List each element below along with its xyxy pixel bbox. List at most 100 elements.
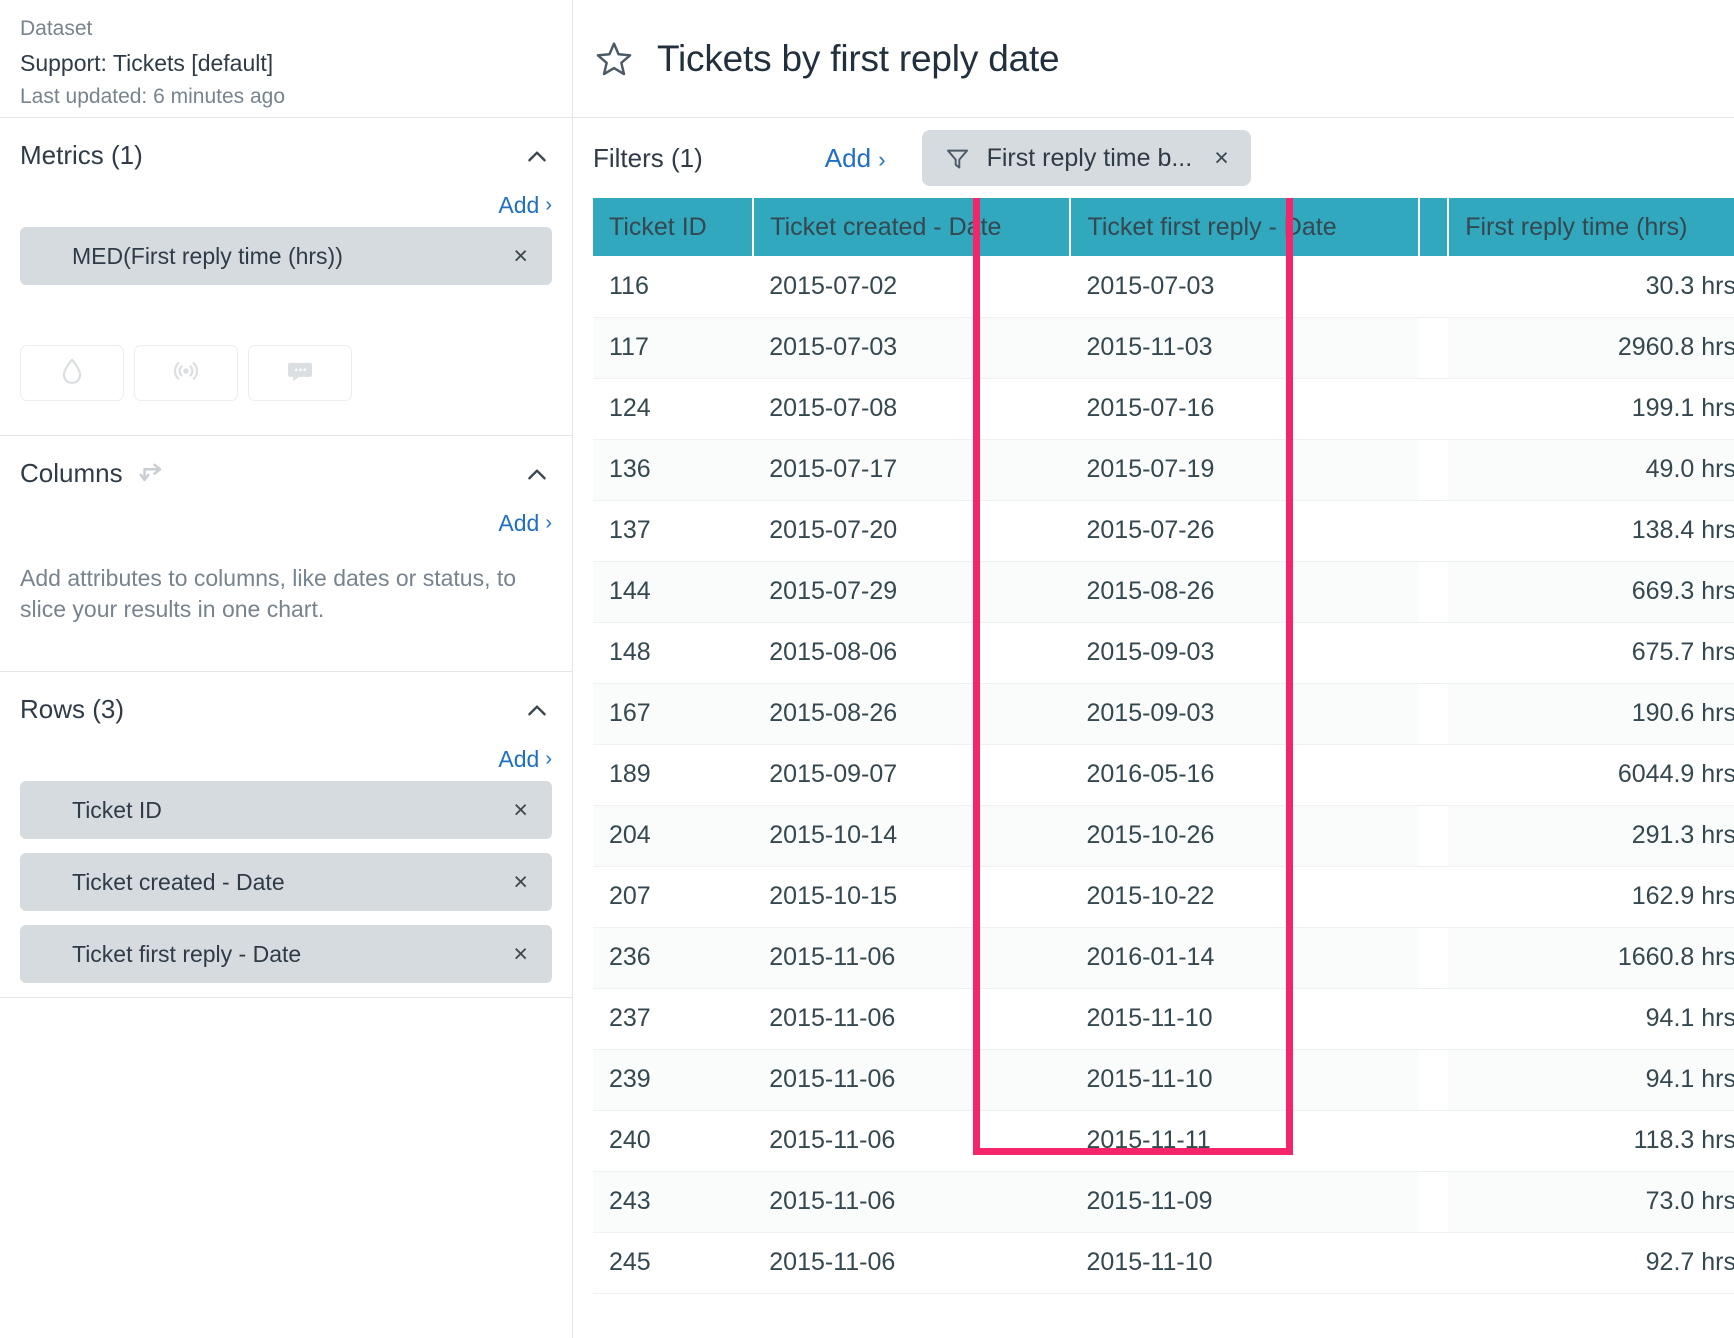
metrics-section: Metrics (1) Add › MED(First reply time (… [0, 118, 572, 436]
metric-chip[interactable]: MED(First reply time (hrs)) × [20, 227, 552, 285]
metrics-add-button[interactable]: Add › [498, 192, 552, 219]
rows-title: Rows (3) [20, 694, 124, 725]
metrics-add-row: Add › [20, 192, 552, 227]
cell-ticket-first-reply: 2015-09-03 [1070, 683, 1419, 744]
close-icon[interactable]: × [513, 244, 528, 269]
column-header-first-reply-time[interactable]: First reply time (hrs) [1448, 198, 1734, 256]
chevron-right-icon: › [545, 194, 552, 217]
cell-spacer [1419, 1232, 1448, 1293]
table-row[interactable]: 1372015-07-202015-07-26138.4 hrs [593, 500, 1734, 561]
cell-ticket-first-reply: 2016-05-16 [1070, 744, 1419, 805]
table-row[interactable]: 2372015-11-062015-11-1094.1 hrs [593, 988, 1734, 1049]
table-row[interactable]: 2072015-10-152015-10-22162.9 hrs [593, 866, 1734, 927]
chevron-up-icon[interactable] [524, 144, 550, 170]
cell-ticket-id: 167 [593, 683, 753, 744]
column-header-spacer [1419, 198, 1448, 256]
table-row[interactable]: 1362015-07-172015-07-1949.0 hrs [593, 439, 1734, 500]
cell-ticket-first-reply: 2015-07-26 [1070, 500, 1419, 561]
filters-add-button[interactable]: Add › [825, 143, 886, 174]
cell-spacer [1419, 805, 1448, 866]
row-chip-label: Ticket first reply - Date [72, 941, 301, 968]
droplet-icon-button[interactable] [20, 345, 124, 401]
row-chip[interactable]: Ticket ID × [20, 781, 552, 839]
row-chip-label: Ticket ID [72, 797, 162, 824]
table-row[interactable]: 1442015-07-292015-08-26669.3 hrs [593, 561, 1734, 622]
close-icon[interactable]: × [513, 870, 528, 895]
cell-ticket-created: 2015-07-08 [753, 378, 1070, 439]
filters-label: Filters (1) [593, 143, 703, 174]
table-row[interactable]: 2432015-11-062015-11-0973.0 hrs [593, 1171, 1734, 1232]
cell-ticket-created: 2015-08-06 [753, 622, 1070, 683]
chevron-up-icon[interactable] [524, 698, 550, 724]
cell-first-reply-time: 162.9 hrs [1448, 866, 1734, 927]
comment-icon-button[interactable] [248, 345, 352, 401]
cell-spacer [1419, 378, 1448, 439]
left-config-panel: Dataset Support: Tickets [default] Last … [0, 0, 573, 1338]
cell-spacer [1419, 988, 1448, 1049]
cell-ticket-first-reply: 2015-07-03 [1070, 256, 1419, 317]
table-row[interactable]: 1162015-07-022015-07-0330.3 hrs [593, 256, 1734, 317]
cell-spacer [1419, 683, 1448, 744]
cell-spacer [1419, 561, 1448, 622]
main-panel: Tickets by first reply date Filters (1) … [573, 0, 1734, 1338]
cell-ticket-id: 136 [593, 439, 753, 500]
row-chip[interactable]: Ticket first reply - Date × [20, 925, 552, 983]
close-icon[interactable]: × [513, 798, 528, 823]
star-outline-icon[interactable] [593, 38, 635, 80]
table-row[interactable]: 2042015-10-142015-10-26291.3 hrs [593, 805, 1734, 866]
close-icon[interactable]: × [513, 942, 528, 967]
cell-ticket-first-reply: 2015-07-16 [1070, 378, 1419, 439]
table-row[interactable]: 1672015-08-262015-09-03190.6 hrs [593, 683, 1734, 744]
rows-chip-list: Ticket ID × Ticket created - Date × Tick… [20, 781, 552, 983]
cell-ticket-first-reply: 2015-11-11 [1070, 1110, 1419, 1171]
swap-arrows-icon[interactable] [137, 458, 167, 488]
app-root: Dataset Support: Tickets [default] Last … [0, 0, 1734, 1338]
table-row[interactable]: 1172015-07-032015-11-032960.8 hrs [593, 317, 1734, 378]
cell-first-reply-time: 94.1 hrs [1448, 1049, 1734, 1110]
table-row[interactable]: 1242015-07-082015-07-16199.1 hrs [593, 378, 1734, 439]
columns-add-button[interactable]: Add › [498, 510, 552, 537]
cell-ticket-first-reply: 2015-10-22 [1070, 866, 1419, 927]
table-row[interactable]: 2402015-11-062015-11-11118.3 hrs [593, 1110, 1734, 1171]
row-chip[interactable]: Ticket created - Date × [20, 853, 552, 911]
cell-ticket-first-reply: 2015-10-26 [1070, 805, 1419, 866]
dataset-block[interactable]: Dataset Support: Tickets [default] Last … [0, 0, 572, 118]
cell-ticket-id: 240 [593, 1110, 753, 1171]
metric-chip-label: MED(First reply time (hrs)) [72, 243, 343, 270]
table-header-row: Ticket ID Ticket created - Date Ticket f… [593, 198, 1734, 256]
table-row[interactable]: 1892015-09-072016-05-166044.9 hrs [593, 744, 1734, 805]
cell-ticket-first-reply: 2015-11-10 [1070, 988, 1419, 1049]
close-icon[interactable]: × [1214, 144, 1229, 173]
table-row[interactable]: 2452015-11-062015-11-1092.7 hrs [593, 1232, 1734, 1293]
cell-ticket-created: 2015-07-02 [753, 256, 1070, 317]
metrics-add-label: Add [498, 192, 539, 219]
column-header-ticket-first-reply[interactable]: Ticket first reply - Date [1070, 198, 1419, 256]
cell-ticket-created: 2015-11-06 [753, 927, 1070, 988]
dataset-name: Support: Tickets [default] [20, 46, 552, 80]
cell-spacer [1419, 866, 1448, 927]
column-header-ticket-id[interactable]: Ticket ID [593, 198, 753, 256]
cell-ticket-created: 2015-07-29 [753, 561, 1070, 622]
broadcast-icon-button[interactable] [134, 345, 238, 401]
filter-bar: Filters (1) Add › First reply time b... … [573, 118, 1734, 198]
filter-chip[interactable]: First reply time b... × [922, 130, 1251, 186]
chevron-up-icon[interactable] [524, 462, 550, 488]
cell-first-reply-time: 6044.9 hrs [1448, 744, 1734, 805]
columns-add-row: Add › [20, 510, 552, 545]
column-header-ticket-created[interactable]: Ticket created - Date [753, 198, 1070, 256]
table-row[interactable]: 1482015-08-062015-09-03675.7 hrs [593, 622, 1734, 683]
rows-add-button[interactable]: Add › [498, 746, 552, 773]
chevron-right-icon: › [545, 512, 552, 535]
table-row[interactable]: 2392015-11-062015-11-1094.1 hrs [593, 1049, 1734, 1110]
table-row[interactable]: 2362015-11-062016-01-141660.8 hrs [593, 927, 1734, 988]
cell-ticket-first-reply: 2015-08-26 [1070, 561, 1419, 622]
results-table: Ticket ID Ticket created - Date Ticket f… [593, 198, 1734, 1294]
cell-ticket-first-reply: 2015-11-03 [1070, 317, 1419, 378]
cell-spacer [1419, 256, 1448, 317]
cell-first-reply-time: 30.3 hrs [1448, 256, 1734, 317]
cell-ticket-id: 144 [593, 561, 753, 622]
cell-first-reply-time: 1660.8 hrs [1448, 927, 1734, 988]
cell-spacer [1419, 1049, 1448, 1110]
report-header: Tickets by first reply date [573, 0, 1734, 118]
rows-add-row: Add › [20, 746, 552, 781]
